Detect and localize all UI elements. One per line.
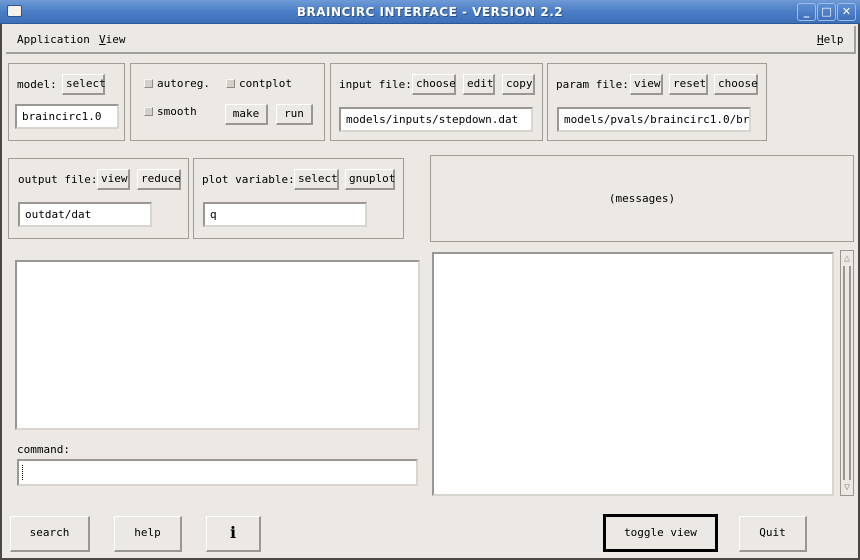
menu-application-mnemonic: A [17, 33, 24, 46]
menu-help-label: elp [823, 33, 844, 46]
plot-variable-field[interactable]: q [203, 202, 367, 227]
autoreg-checkbox[interactable] [144, 79, 153, 88]
window-title: BRAINCIRC INTERFACE - VERSION 2.2 [296, 5, 564, 19]
toggle-view-button[interactable]: toggle view [603, 514, 718, 552]
scroll-up-arrow-icon[interactable]: △ [841, 252, 853, 265]
input-copy-button[interactable]: copy [502, 74, 535, 95]
maximize-button[interactable]: □ [817, 3, 836, 21]
output-file-label: output file: [18, 173, 98, 186]
param-reset-button[interactable]: reset [669, 74, 708, 95]
param-file-label: param file: [556, 78, 629, 91]
info-button[interactable]: i [206, 516, 261, 552]
menu-help[interactable]: Help [817, 33, 844, 46]
quit-button[interactable]: Quit [739, 516, 807, 552]
input-file-label: input file: [339, 78, 412, 91]
maximize-icon: □ [821, 5, 832, 18]
text-cursor [22, 465, 25, 480]
command-label: command: [17, 443, 70, 456]
search-button[interactable]: search [10, 516, 90, 552]
options-group [130, 63, 325, 141]
menu-application[interactable]: Application [17, 33, 90, 46]
menu-view[interactable]: View [99, 33, 126, 46]
model-field[interactable]: braincirc1.0 [15, 104, 119, 129]
input-file-field[interactable]: models/inputs/stepdown.dat [339, 107, 533, 132]
contplot-checkbox[interactable] [226, 79, 235, 88]
param-file-field[interactable]: models/pvals/braincirc1.0/brai [557, 107, 751, 132]
make-button[interactable]: make [225, 104, 268, 125]
input-choose-button[interactable]: choose [412, 74, 456, 95]
menu-help-mnemonic: H [817, 33, 824, 46]
command-input[interactable] [17, 459, 418, 486]
info-icon: i [229, 523, 237, 542]
autoreg-label: autoreg. [157, 77, 210, 90]
help-button[interactable]: help [114, 516, 182, 552]
minimize-button[interactable]: _ [797, 3, 816, 21]
smooth-label: smooth [157, 105, 197, 118]
param-choose-button[interactable]: choose [714, 74, 758, 95]
window-menu-icon[interactable] [7, 5, 22, 17]
scrollbar-trough[interactable] [843, 266, 851, 480]
smooth-checkbox[interactable] [144, 107, 153, 116]
close-icon: ✕ [841, 5, 852, 18]
menu-view-mnemonic: V [99, 33, 106, 46]
window-border-left [0, 24, 2, 560]
input-edit-button[interactable]: edit [463, 74, 495, 95]
minimize-icon: _ [803, 5, 810, 18]
contplot-label: contplot [239, 77, 292, 90]
output-view-button[interactable]: view [97, 169, 130, 190]
messages-text: (messages) [608, 192, 676, 205]
run-button[interactable]: run [276, 104, 313, 125]
output-file-field[interactable]: outdat/dat [18, 202, 152, 227]
close-button[interactable]: ✕ [837, 3, 856, 21]
param-view-button[interactable]: view [630, 74, 663, 95]
menu-bar [6, 26, 856, 54]
plot-select-button[interactable]: select [294, 169, 339, 190]
model-label: model: [17, 78, 57, 91]
menu-view-label: iew [105, 33, 126, 46]
model-select-button[interactable]: select [62, 74, 106, 95]
gnuplot-button[interactable]: gnuplot [345, 169, 395, 190]
plot-variable-label: plot variable: [202, 173, 295, 186]
output-reduce-button[interactable]: reduce [137, 169, 181, 190]
log-text-area[interactable] [432, 252, 834, 496]
menu-application-label: pplication [23, 33, 90, 46]
scroll-down-arrow-icon[interactable]: ▽ [841, 481, 853, 494]
output-text-area[interactable] [15, 260, 420, 430]
